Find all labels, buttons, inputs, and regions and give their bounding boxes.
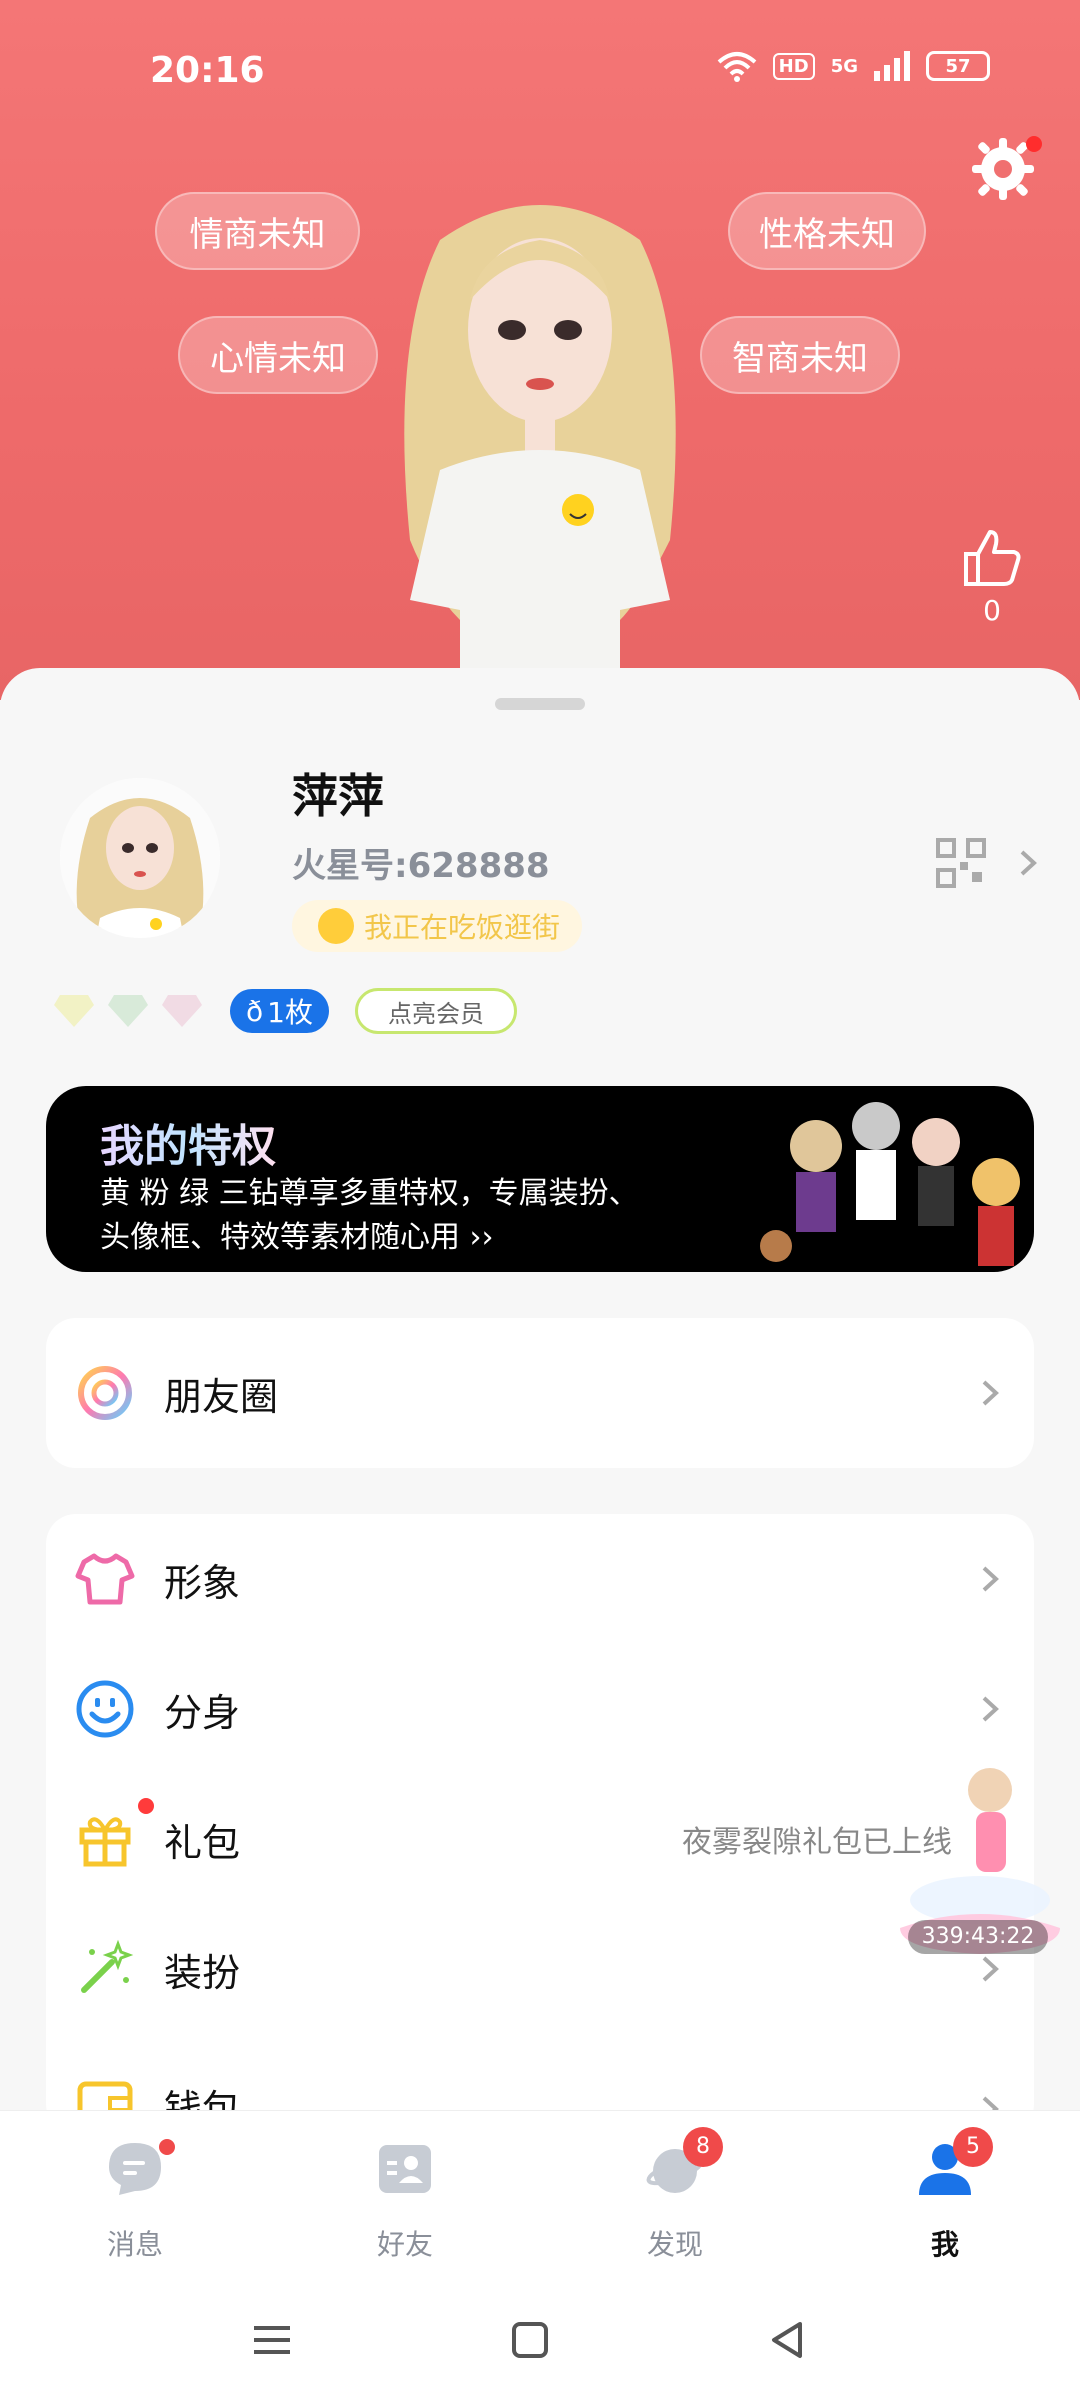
signal-icon <box>874 51 910 81</box>
status-bar: 20:16 HD 5G 57 <box>0 40 1080 100</box>
contacts-icon <box>379 2145 431 2193</box>
privilege-description: 黄 粉 绿 三钻尊享多重特权，专属装扮、头像框、特效等素材随心用 ›› <box>100 1176 639 1255</box>
gift-icon <box>79 1817 131 1867</box>
settings-notification-dot <box>1026 136 1042 152</box>
menu-item-label: 礼包 <box>164 1820 241 1865</box>
wifi-icon <box>717 52 756 82</box>
tab-label: 消息 <box>106 2228 163 2261</box>
status-icons: HD 5G 57 <box>717 50 990 82</box>
profile-hero: 20:16 HD 5G 57 情商未知 心情未知 性格未知 智商未知 0 <box>0 0 1080 700</box>
badge-row: ð 1枚 点亮会员 <box>52 988 517 1034</box>
settings-gear-icon[interactable] <box>972 138 1034 200</box>
avatar-3d-figure[interactable] <box>330 180 750 700</box>
tab-messages[interactable]: 消息 <box>55 2127 215 2277</box>
tab-discover[interactable]: 8 发现 <box>595 2127 755 2277</box>
mood-status[interactable]: 我正在吃饭逛街 <box>292 900 583 952</box>
chevron-right-icon <box>982 1566 999 1592</box>
message-icon <box>109 2143 161 2195</box>
medal-count: 1枚 <box>267 996 313 1029</box>
chevron-right-icon <box>982 1380 999 1406</box>
menu-item-clone[interactable]: 分身 <box>46 1644 1034 1774</box>
pink-diamond-icon[interactable] <box>160 991 204 1031</box>
profile-name: 萍萍 <box>292 769 384 823</box>
menu-item-outfit[interactable]: 装扮 <box>46 1904 1034 2034</box>
tshirt-icon <box>75 1553 135 1605</box>
privilege-characters-image <box>760 1102 1020 1266</box>
menu-item-label: 分身 <box>164 1690 241 1735</box>
event-countdown: 339:43:22 <box>908 1920 1048 1954</box>
messages-notification-dot <box>157 2137 177 2157</box>
green-diamond-icon[interactable] <box>106 991 150 1031</box>
tab-me[interactable]: 5 我 <box>865 2127 1025 2277</box>
home-icon[interactable] <box>500 2310 560 2370</box>
like-icon[interactable] <box>960 526 1024 590</box>
smile-icon <box>76 1680 134 1738</box>
me-badge: 5 <box>953 2127 993 2167</box>
emoji-icon <box>318 908 354 944</box>
friends-circle-icon <box>78 1366 132 1420</box>
mood-text: 我正在吃饭逛街 <box>364 911 561 944</box>
tab-friends[interactable]: 好友 <box>325 2127 485 2277</box>
battery-level: 57 <box>945 55 971 77</box>
menu-item-label: 装扮 <box>164 1950 241 1995</box>
chevron-right-icon <box>982 1696 999 1722</box>
tab-label: 发现 <box>646 2228 703 2261</box>
drag-handle[interactable] <box>495 698 585 710</box>
battery-icon: 57 <box>926 51 990 81</box>
network-label: 5G <box>830 55 858 77</box>
system-navigation-bar <box>0 2280 1080 2400</box>
back-icon[interactable] <box>758 2310 818 2370</box>
tab-label: 好友 <box>376 2228 433 2261</box>
magic-wand-icon <box>81 1939 134 1993</box>
friends-circle-label: 朋友圈 <box>164 1374 279 1419</box>
like-count: 0 <box>983 594 1001 627</box>
hd-badge: HD <box>772 52 815 80</box>
gift-notification-dot <box>138 1798 154 1814</box>
friends-circle-row[interactable]: 朋友圈 <box>46 1328 1034 1458</box>
vip-button[interactable]: 点亮会员 <box>354 988 517 1034</box>
personality-bubble[interactable]: 性格未知 <box>728 192 926 270</box>
chevron-right-icon[interactable] <box>1012 848 1042 878</box>
discover-badge: 8 <box>683 2127 723 2167</box>
yellow-diamond-icon[interactable] <box>52 991 96 1031</box>
profile-id: 火星号:628888 <box>292 846 550 886</box>
privilege-banner[interactable]: 我的特权 黄 粉 绿 三钻尊享多重特权，专属装扮、头像框、特效等素材随心用 ›› <box>46 1086 1034 1272</box>
bottom-tab-bar: 消息 好友 8 发现 5 我 <box>0 2110 1080 2280</box>
menu-item-label: 形象 <box>164 1560 241 1605</box>
menu-icon[interactable] <box>242 2310 302 2370</box>
menu-item-gift[interactable]: 礼包 夜雾裂隙礼包已上线 <box>46 1774 1034 1904</box>
privilege-title: 我的特权 <box>100 1110 276 1174</box>
friends-circle-card[interactable]: 朋友圈 <box>46 1318 1034 1468</box>
avatar[interactable] <box>60 778 220 938</box>
medal-badge[interactable]: ð 1枚 <box>230 989 329 1033</box>
status-time: 20:16 <box>150 50 265 91</box>
menu-item-avatar-look[interactable]: 形象 <box>46 1514 1034 1644</box>
menu-card: 形象 分身 礼包 夜雾裂隙礼包已上线 装扮 钱包 <box>46 1514 1034 2134</box>
tab-label: 我 <box>930 2228 959 2261</box>
qr-code-icon[interactable] <box>936 838 986 888</box>
medal-icon: ð <box>246 994 264 1028</box>
